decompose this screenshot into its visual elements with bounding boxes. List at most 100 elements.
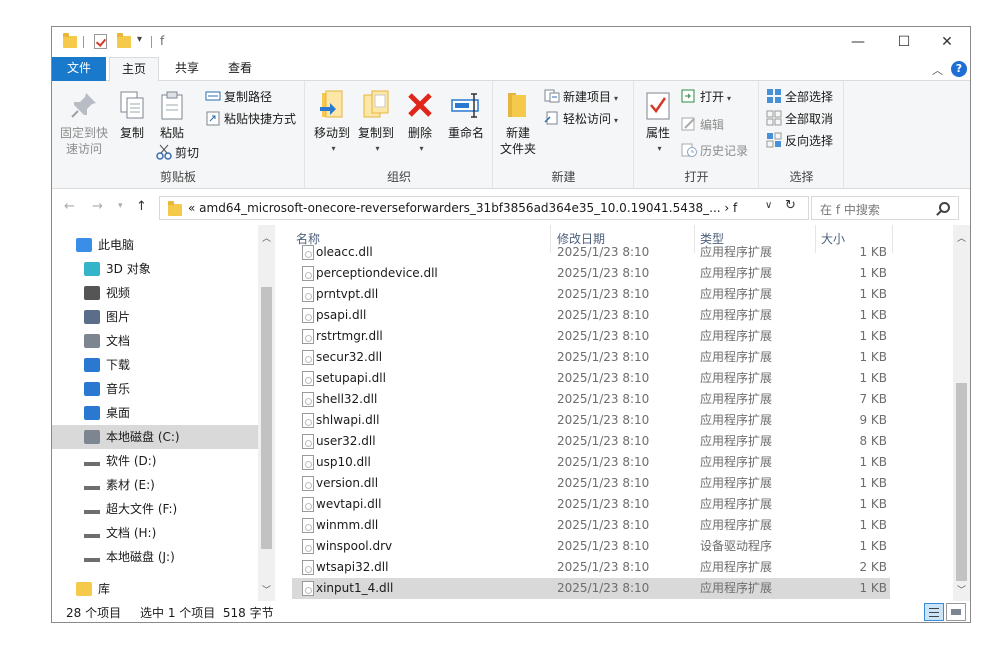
scroll-down-icon[interactable]: ﹀	[953, 583, 970, 596]
address-bar[interactable]: « amd64_microsoft-onecore-reverseforward…	[159, 196, 809, 220]
search-icon[interactable]	[939, 202, 950, 213]
sidebar-item-label: 本地磁盘 (C:)	[106, 430, 180, 444]
search-input[interactable]: 在 f 中搜索	[811, 196, 959, 220]
group-label-clipboard: 剪贴板	[159, 170, 196, 184]
scroll-up-icon[interactable]: ︿	[953, 231, 970, 244]
forward-arrow-icon[interactable]: →	[92, 199, 103, 214]
customize-quick-access-icon[interactable]: ▾	[137, 34, 142, 45]
address-history-dropdown-icon[interactable]: ∨	[765, 200, 772, 211]
details-view-icon[interactable]	[924, 603, 944, 621]
sidebar-item[interactable]: 素材 (E:)	[52, 473, 258, 497]
copy-button[interactable]: 复制	[114, 89, 150, 141]
ribbon: 固定到快 速访问 复制 粘贴 复制路径 粘贴快捷方式 剪切 剪贴板 移动到 ▾ …	[52, 81, 970, 189]
edit-icon	[681, 116, 697, 132]
sidebar-item[interactable]: 本地磁盘 (J:)	[52, 545, 258, 569]
tab-home[interactable]: 主页	[109, 57, 159, 82]
file-icon	[302, 329, 314, 344]
table-row[interactable]: wevtapi.dll 2025/1/23 8:10 应用程序扩展 1 KB	[292, 494, 890, 515]
help-icon[interactable]: ?	[951, 61, 967, 77]
table-row[interactable]: shlwapi.dll 2025/1/23 8:10 应用程序扩展 9 KB	[292, 410, 890, 431]
table-row[interactable]: wtsapi32.dll 2025/1/23 8:10 应用程序扩展 2 KB	[292, 557, 890, 578]
table-row[interactable]: user32.dll 2025/1/23 8:10 应用程序扩展 8 KB	[292, 431, 890, 452]
file-list-scroll-thumb[interactable]	[956, 383, 967, 581]
sidebar-item[interactable]: 音乐	[52, 377, 258, 401]
folder-icon	[63, 33, 77, 48]
table-row[interactable]: secur32.dll 2025/1/23 8:10 应用程序扩展 1 KB	[292, 347, 890, 368]
tab-file[interactable]: 文件	[52, 57, 106, 81]
table-row[interactable]: rstrtmgr.dll 2025/1/23 8:10 应用程序扩展 1 KB	[292, 326, 890, 347]
file-list-scrollbar[interactable]: ︿ ﹀	[953, 225, 970, 601]
table-row[interactable]: prntvpt.dll 2025/1/23 8:10 应用程序扩展 1 KB	[292, 284, 890, 305]
properties-quick-icon[interactable]	[94, 34, 107, 49]
scroll-up-icon[interactable]: ︿	[258, 231, 275, 244]
select-all-button[interactable]: 全部选择	[766, 87, 833, 107]
properties-button[interactable]: 属性 ▾	[641, 89, 675, 157]
delete-button[interactable]: 删除 ▾	[402, 89, 438, 157]
file-date: 2025/1/23 8:10	[557, 560, 650, 574]
paste-shortcut-button[interactable]: 粘贴快捷方式	[205, 109, 296, 129]
sidebar-item[interactable]: 此电脑	[52, 233, 258, 257]
new-folder-quick-icon[interactable]	[117, 33, 131, 48]
file-icon	[302, 392, 314, 407]
refresh-icon[interactable]: ↻	[785, 198, 796, 213]
minimize-button[interactable]: —	[835, 27, 881, 57]
scroll-down-icon[interactable]: ﹀	[258, 583, 275, 596]
history-button[interactable]: 历史记录	[681, 141, 748, 161]
nav-scrollbar[interactable]: ︿ ﹀	[258, 225, 275, 601]
sidebar-item[interactable]: 文档	[52, 329, 258, 353]
table-row[interactable]: usp10.dll 2025/1/23 8:10 应用程序扩展 1 KB	[292, 452, 890, 473]
sidebar-item[interactable]: 桌面	[52, 401, 258, 425]
file-type: 应用程序扩展	[700, 308, 773, 322]
copy-to-button[interactable]: 复制到 ▾	[354, 89, 398, 157]
paste-shortcut-icon	[205, 110, 221, 126]
column-divider[interactable]	[892, 225, 893, 253]
new-folder-icon	[502, 89, 534, 121]
sidebar-item[interactable]: 视频	[52, 281, 258, 305]
sidebar-item[interactable]: 文档 (H:)	[52, 521, 258, 545]
recent-locations-icon[interactable]: ▾	[118, 201, 123, 211]
sidebar-item[interactable]: 库	[52, 577, 258, 601]
tab-view[interactable]: 查看	[215, 57, 265, 81]
table-row[interactable]: version.dll 2025/1/23 8:10 应用程序扩展 1 KB	[292, 473, 890, 494]
sidebar-item[interactable]: 图片	[52, 305, 258, 329]
invert-selection-button[interactable]: 反向选择	[766, 131, 833, 151]
up-arrow-icon[interactable]: ↑	[136, 199, 147, 214]
chevron-up-icon[interactable]: ︿	[932, 62, 943, 78]
copy-path-button[interactable]: 复制路径	[205, 87, 272, 107]
back-arrow-icon[interactable]: ←	[64, 199, 75, 214]
table-row[interactable]: psapi.dll 2025/1/23 8:10 应用程序扩展 1 KB	[292, 305, 890, 326]
edit-button[interactable]: 编辑	[681, 115, 724, 135]
table-row[interactable]: oleacc.dll 2025/1/23 8:10 应用程序扩展 1 KB	[292, 242, 890, 263]
rename-button[interactable]: 重命名	[442, 89, 490, 141]
new-item-button[interactable]: 新建项目 ▾	[544, 87, 618, 107]
table-row[interactable]: setupapi.dll 2025/1/23 8:10 应用程序扩展 1 KB	[292, 368, 890, 389]
select-none-button[interactable]: 全部取消	[766, 109, 833, 129]
new-folder-button[interactable]: 新建 文件夹	[498, 89, 538, 157]
file-date: 2025/1/23 8:10	[557, 539, 650, 553]
cut-button[interactable]: 剪切	[156, 143, 199, 163]
nav-scroll-thumb[interactable]	[261, 287, 272, 549]
sidebar-item-label: 3D 对象	[106, 262, 151, 276]
table-row[interactable]: winspool.drv 2025/1/23 8:10 设备驱动程序 1 KB	[292, 536, 890, 557]
paste-button[interactable]: 粘贴	[154, 89, 190, 141]
table-row[interactable]: shell32.dll 2025/1/23 8:10 应用程序扩展 7 KB	[292, 389, 890, 410]
move-to-button[interactable]: 移动到 ▾	[310, 89, 354, 157]
maximize-button[interactable]: ☐	[881, 27, 927, 57]
sidebar-item[interactable]: 本地磁盘 (C:)	[52, 425, 258, 449]
sidebar-item[interactable]: 下载	[52, 353, 258, 377]
close-button[interactable]: ✕	[924, 27, 970, 57]
table-row[interactable]: xinput1_4.dll 2025/1/23 8:10 应用程序扩展 1 KB	[292, 578, 890, 599]
easy-access-button[interactable]: 轻松访问 ▾	[544, 109, 618, 129]
sidebar-item[interactable]: 3D 对象	[52, 257, 258, 281]
tab-share[interactable]: 共享	[162, 57, 212, 81]
open-button[interactable]: 打开 ▾	[681, 87, 731, 107]
address-path[interactable]: « amd64_microsoft-onecore-reverseforward…	[188, 201, 737, 215]
large-icons-view-icon[interactable]	[946, 603, 966, 621]
sidebar-item[interactable]: 软件 (D:)	[52, 449, 258, 473]
table-row[interactable]: winmm.dll 2025/1/23 8:10 应用程序扩展 1 KB	[292, 515, 890, 536]
pin-quick-access-button[interactable]: 固定到快 速访问	[56, 89, 112, 157]
sidebar-item[interactable]: 超大文件 (F:)	[52, 497, 258, 521]
easy-access-icon	[544, 110, 560, 126]
file-name: psapi.dll	[316, 308, 367, 322]
table-row[interactable]: perceptiondevice.dll 2025/1/23 8:10 应用程序扩展…	[292, 263, 890, 284]
